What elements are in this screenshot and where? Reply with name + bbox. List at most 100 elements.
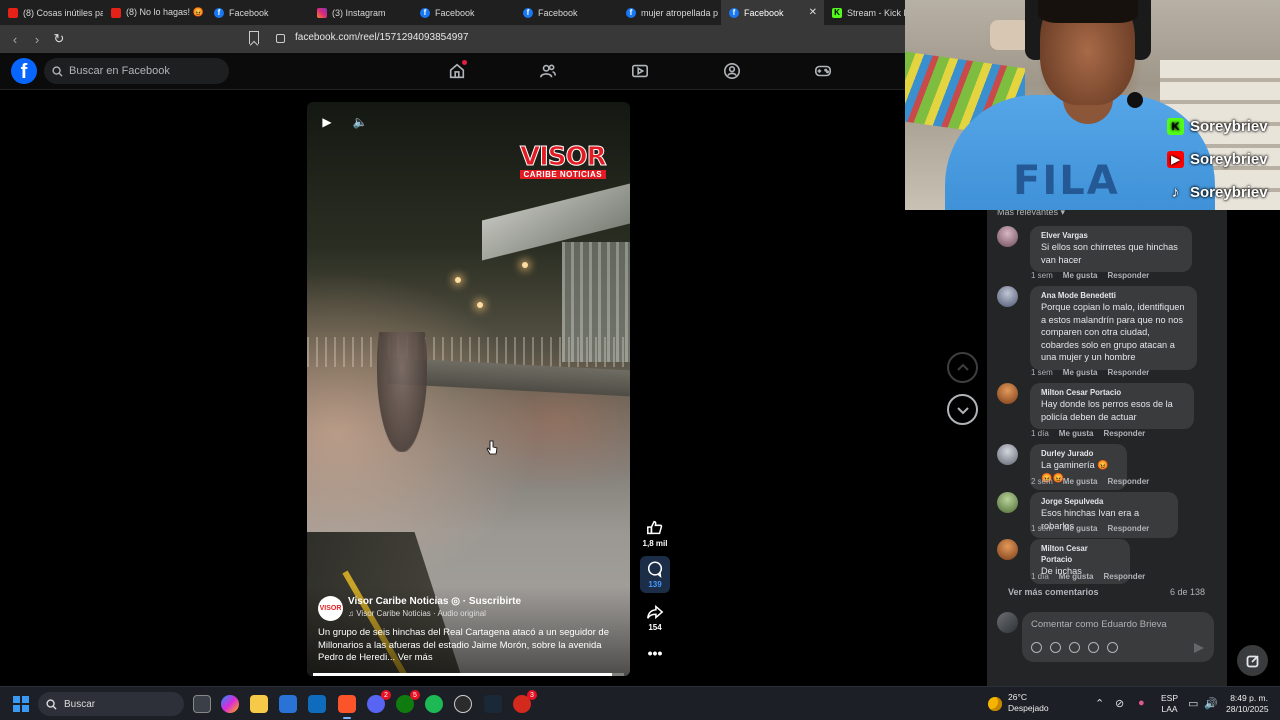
discord-icon[interactable]: 2 — [367, 690, 391, 713]
comment-author[interactable]: Ana Mode Benedetti — [1041, 290, 1188, 301]
reply-button[interactable]: Responder — [1107, 477, 1149, 486]
avatar[interactable] — [997, 286, 1018, 307]
brave-browser-icon[interactable] — [338, 695, 356, 719]
new-message-button[interactable] — [1237, 645, 1268, 676]
reply-button[interactable]: Responder — [1107, 524, 1149, 533]
camera-icon[interactable] — [1069, 642, 1080, 653]
windows-start-icon[interactable] — [13, 696, 29, 712]
opera-gx-icon[interactable]: 3 — [513, 690, 537, 713]
sticker-icon[interactable] — [1107, 642, 1118, 653]
store-icon[interactable] — [279, 695, 297, 713]
comment-time[interactable]: 1 día — [1031, 429, 1049, 438]
friends-icon[interactable] — [538, 61, 558, 81]
audio-label[interactable]: Visor Caribe Noticias · Audio original — [356, 609, 486, 618]
site-info-icon[interactable] — [276, 34, 285, 43]
weather-widget[interactable]: 26°C Despejado — [1008, 692, 1049, 714]
like-comment-button[interactable]: Me gusta — [1063, 271, 1098, 280]
reload-icon[interactable]: ↻ — [48, 28, 70, 50]
reel-video[interactable]: ▶ 🔈 VISOR CARIBE NOTICIAS VISOR Visor Ca… — [307, 102, 630, 676]
avatar[interactable] — [997, 444, 1018, 465]
microphone-tray-icon[interactable]: ● — [1138, 697, 1145, 709]
groups-icon[interactable] — [722, 61, 742, 81]
avatar-sticker-icon[interactable] — [1031, 642, 1042, 653]
reply-button[interactable]: Responder — [1107, 368, 1149, 377]
taskbar-search[interactable]: Buscar — [38, 692, 184, 716]
like-comment-button[interactable]: Me gusta — [1059, 429, 1094, 438]
page-name[interactable]: Visor Caribe Noticias — [348, 596, 448, 607]
like-button[interactable]: 1,8 mil — [640, 519, 670, 548]
facebook-search-input[interactable]: Buscar en Facebook — [44, 58, 229, 84]
comment-time[interactable]: 1 sem — [1031, 524, 1053, 533]
home-icon[interactable] — [447, 60, 467, 81]
video-icon[interactable] — [630, 61, 650, 81]
url-field[interactable]: facebook.com/reel/1571294093854997 — [295, 32, 468, 43]
avatar[interactable] — [997, 539, 1018, 560]
volume-icon[interactable]: 🔈 — [350, 112, 370, 132]
browser-tab[interactable]: f Facebook — [412, 0, 515, 25]
comment-author[interactable]: Elver Vargas — [1041, 230, 1183, 241]
browser-tab[interactable]: f mujer atropellada p — [618, 0, 721, 25]
back-icon[interactable]: ‹ — [4, 28, 26, 50]
language-indicator[interactable]: ESP LAA — [1161, 693, 1178, 715]
previous-reel-button[interactable] — [947, 352, 978, 383]
reply-button[interactable]: Responder — [1103, 572, 1145, 581]
comment-time[interactable]: 1 sem — [1031, 271, 1053, 280]
gif-icon[interactable] — [1088, 642, 1099, 653]
browser-tab[interactable]: f Facebook — [515, 0, 618, 25]
browser-tab[interactable]: (3) Instagram — [309, 0, 412, 25]
spotify-icon[interactable] — [425, 695, 443, 713]
avatar[interactable] — [997, 226, 1018, 247]
like-comment-button[interactable]: Me gusta — [1063, 524, 1098, 533]
system-clock[interactable]: 8:49 p. m. 28/10/2025 — [1226, 693, 1269, 715]
comment-input[interactable]: Comentar como Eduardo Brieva — [1022, 612, 1214, 662]
tray-chevron-icon[interactable]: ⌃ — [1095, 697, 1104, 710]
view-more-comments-link[interactable]: Ver más comentarios — [1008, 587, 1099, 597]
tab-label: mujer atropellada p — [641, 7, 719, 18]
weather-moon-icon — [988, 697, 1002, 711]
emoji-icon[interactable] — [1050, 642, 1061, 653]
browser-tab[interactable]: f Facebook — [206, 0, 309, 25]
see-more-link[interactable]: Ver más — [398, 652, 433, 663]
reply-button[interactable]: Responder — [1107, 271, 1149, 280]
like-comment-button[interactable]: Me gusta — [1063, 368, 1098, 377]
network-off-icon[interactable]: ⊘ — [1115, 697, 1124, 710]
browser-tab[interactable]: (8) Cosas inútiles pa — [0, 0, 103, 25]
next-reel-button[interactable] — [947, 394, 978, 425]
gaming-icon[interactable] — [813, 61, 833, 81]
video-progress-bar[interactable] — [313, 673, 624, 676]
file-explorer-icon[interactable] — [250, 695, 268, 713]
comment-time[interactable]: 1 sem — [1031, 368, 1053, 377]
more-options-icon[interactable]: ••• — [640, 646, 670, 660]
comment-author[interactable]: Jorge Sepulveda — [1041, 496, 1169, 507]
comment-author[interactable]: Milton Cesar Portacio — [1041, 387, 1185, 398]
volume-tray-icon[interactable]: 🔊 — [1204, 697, 1218, 710]
bookmark-icon[interactable] — [249, 31, 259, 44]
copilot-icon[interactable] — [221, 695, 239, 713]
share-button[interactable]: 154 — [640, 603, 670, 632]
avatar[interactable] — [997, 383, 1018, 404]
comment-author[interactable]: Durley Jurado — [1041, 448, 1118, 459]
close-tab-icon[interactable]: ✕ — [809, 7, 817, 18]
subscribe-link[interactable]: · Suscribirte — [463, 596, 521, 607]
comment-time[interactable]: 2 sem — [1031, 477, 1053, 486]
comment-button[interactable]: 139 — [640, 556, 670, 593]
xbox-icon[interactable]: 5 — [396, 690, 420, 713]
comment-author[interactable]: Milton Cesar Portacio — [1041, 543, 1121, 565]
forward-icon[interactable]: › — [26, 28, 48, 50]
like-comment-button[interactable]: Me gusta — [1059, 572, 1094, 581]
task-view-icon[interactable] — [193, 695, 211, 713]
browser-tab-active[interactable]: f Facebook ✕ — [721, 0, 824, 25]
obs-icon[interactable] — [454, 695, 472, 713]
like-comment-button[interactable]: Me gusta — [1063, 477, 1098, 486]
outlook-icon[interactable] — [308, 695, 326, 713]
reply-button[interactable]: Responder — [1103, 429, 1145, 438]
wifi-icon[interactable]: ▭ — [1188, 697, 1198, 710]
facebook-logo-icon[interactable]: f — [11, 58, 37, 84]
avatar[interactable] — [997, 492, 1018, 513]
play-icon[interactable]: ▶ — [317, 112, 337, 132]
send-icon[interactable] — [1194, 643, 1204, 653]
comment-time[interactable]: 1 día — [1031, 572, 1049, 581]
steam-icon[interactable] — [484, 695, 502, 713]
page-avatar[interactable]: VISOR — [318, 596, 343, 621]
browser-tab[interactable]: (8) No lo hagas! 😡 — [103, 0, 206, 25]
